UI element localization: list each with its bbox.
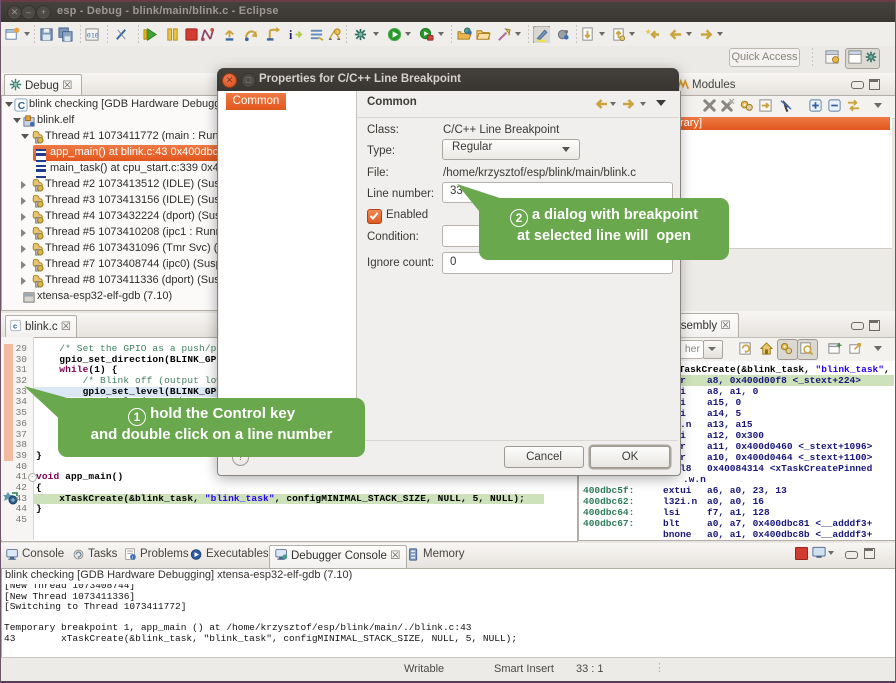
svg-text:010: 010 [87,31,99,39]
svg-text:!: ! [132,555,133,561]
svg-text:C: C [18,101,26,112]
svg-text:c: c [13,322,17,331]
svg-text:i: i [289,28,293,42]
